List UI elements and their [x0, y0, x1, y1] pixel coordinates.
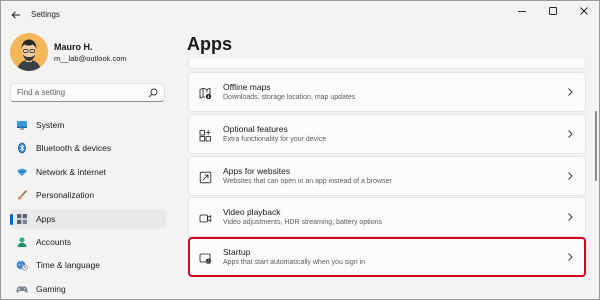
sidebar-nav: System Bluetooth & devices Network & int… — [10, 115, 166, 299]
settings-card-video-playback[interactable]: Video playback Video adjustments, HDR st… — [188, 197, 586, 237]
sidebar-item-system[interactable]: System — [10, 115, 166, 135]
sidebar-item-label: Time & language — [36, 260, 100, 271]
back-button[interactable] — [7, 6, 25, 24]
card-description: Downloads, storage location, map updates — [223, 94, 356, 101]
sidebar-item-apps[interactable]: Apps — [10, 208, 166, 229]
settings-window: Settings Mauro H. m__lab@outlook.com Fin… — [0, 0, 600, 300]
scrollbar[interactable] — [595, 111, 597, 181]
maximize-button[interactable] — [537, 1, 568, 21]
sidebar-item-label: Personalization — [36, 190, 95, 201]
user-name: Mauro H. — [54, 42, 93, 52]
card-description: Websites that can open in an app instead… — [223, 178, 392, 185]
window-controls — [506, 1, 599, 21]
page-title: Apps — [187, 34, 232, 54]
sidebar-item-personalization[interactable]: Personalization — [10, 185, 166, 205]
globe-clock-icon — [16, 259, 28, 271]
active-indicator — [10, 213, 13, 225]
optional-features-icon — [198, 128, 212, 142]
person-icon — [16, 236, 28, 248]
sidebar-item-time-language[interactable]: Time & language — [10, 255, 166, 275]
map-download-icon — [198, 86, 212, 100]
chevron-right-icon — [568, 130, 573, 138]
window-title: Settings — [31, 10, 60, 19]
search-box[interactable] — [10, 83, 165, 102]
apps-icon — [16, 213, 28, 225]
gamepad-icon — [16, 283, 28, 295]
close-button[interactable] — [568, 1, 599, 21]
video-icon — [198, 211, 212, 225]
chevron-right-icon — [568, 253, 573, 261]
brush-icon — [16, 189, 28, 201]
sidebar-item-network[interactable]: Network & internet — [10, 162, 166, 182]
card-description: Video adjustments, HDR streaming, batter… — [223, 219, 383, 226]
sidebar-item-bluetooth[interactable]: Bluetooth & devices — [10, 138, 166, 158]
settings-card-apps-for-websites[interactable]: Apps for websites Websites that can open… — [188, 156, 586, 196]
card-title: Offline maps — [223, 82, 271, 92]
sidebar-item-label: Gaming — [36, 283, 66, 294]
sidebar-item-accounts[interactable]: Accounts — [10, 232, 166, 252]
card-title: Optional features — [223, 124, 288, 134]
card-title: Video playback — [223, 207, 281, 217]
sidebar-item-label: System — [36, 120, 65, 130]
wifi-icon — [16, 166, 28, 178]
monitor-icon — [16, 119, 28, 131]
sidebar-item-gaming[interactable]: Gaming — [10, 279, 166, 299]
open-in-app-icon — [198, 170, 212, 184]
maximize-icon — [548, 7, 557, 15]
settings-card-offline-maps[interactable]: Offline maps Downloads, storage location… — [188, 72, 586, 112]
search-icon[interactable] — [148, 88, 158, 98]
card-description: Apps that start automatically when you s… — [223, 259, 366, 266]
chevron-right-icon — [568, 172, 573, 180]
close-icon — [579, 7, 588, 15]
avatar-portrait-icon — [10, 33, 48, 71]
card-description: Extra functionality for your device — [223, 136, 327, 143]
minimize-icon — [517, 11, 526, 12]
minimize-button[interactable] — [506, 1, 537, 21]
back-arrow-icon — [11, 11, 20, 19]
sidebar-item-label: Apps — [36, 213, 56, 224]
search-input[interactable] — [17, 84, 142, 101]
card-title: Startup — [223, 247, 251, 257]
sidebar-item-label: Accounts — [36, 236, 71, 247]
settings-card-startup[interactable]: Startup Apps that start automatically wh… — [188, 237, 586, 277]
user-email: m__lab@outlook.com — [54, 54, 127, 63]
bluetooth-icon — [16, 142, 28, 154]
sidebar-item-label: Network & internet — [36, 166, 106, 177]
title-bar: Settings — [1, 1, 599, 29]
avatar — [10, 33, 48, 71]
chevron-right-icon — [568, 213, 573, 221]
sidebar-item-label: Bluetooth & devices — [36, 143, 112, 154]
startup-icon — [198, 251, 212, 265]
chevron-right-icon — [568, 88, 573, 96]
settings-card-optional-features[interactable]: Optional features Extra functionality fo… — [188, 114, 586, 154]
settings-card-partial — [188, 59, 586, 69]
card-title: Apps for websites — [223, 166, 291, 176]
